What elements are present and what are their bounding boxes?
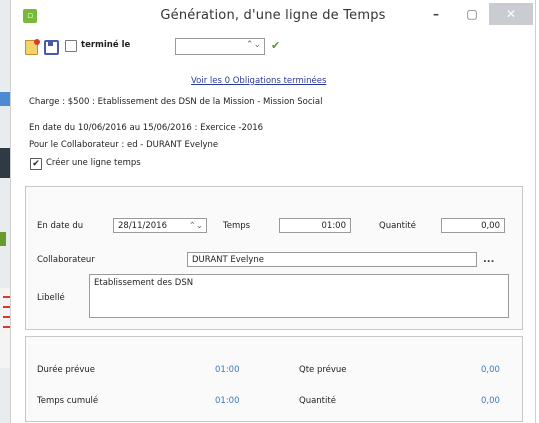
date-spinner-icon[interactable]: ⌃⌄ (189, 219, 203, 234)
collaborateur-picker-button[interactable]: ... (483, 254, 494, 265)
collaborator-text: Pour le Collaborateur : ed - DURANT Evel… (29, 140, 219, 150)
collaborateur-label: Collaborateur (37, 255, 95, 265)
date-spinner-icon[interactable]: ⌃⌄ (246, 40, 261, 50)
temps-cumule-value: 01:00 (215, 396, 240, 406)
qte-prevue-label: Qte prévue (299, 365, 347, 375)
toolbar: terminé le ⌃⌄ ✔ (25, 38, 525, 58)
libelle-textarea[interactable]: Etablissement des DSN (89, 274, 509, 318)
termine-label: terminé le (81, 40, 131, 50)
save-icon[interactable] (44, 40, 59, 55)
quantite-label: Quantité (379, 221, 416, 231)
minimize-button[interactable]: – (419, 3, 453, 25)
qte-prevue-value: 0,00 (481, 365, 500, 375)
title-bar[interactable]: ▫ Génération, d'une ligne de Temps – ▢ ✕ (11, 0, 535, 34)
date-label: En date du (37, 221, 84, 231)
duree-prevue-value: 01:00 (215, 365, 240, 375)
create-line-checkbox[interactable]: ✔ (30, 158, 42, 170)
summary-panel (25, 336, 523, 422)
temps-input[interactable]: 01:00 (279, 218, 351, 233)
close-button[interactable]: ✕ (489, 3, 533, 25)
quantite-input[interactable]: 0,00 (441, 218, 505, 233)
termine-date-input[interactable]: ⌃⌄ (175, 38, 265, 55)
background-app-marker (0, 232, 6, 246)
date-input[interactable]: 28/11/2016 ⌃⌄ (113, 218, 207, 233)
summary-quantite-label: Quantité (299, 396, 336, 406)
obligations-link[interactable]: Voir les 0 Obligations terminées (191, 76, 326, 86)
create-line-label: Créer une ligne temps (46, 158, 141, 168)
maximize-button[interactable]: ▢ (455, 3, 489, 25)
temps-cumule-label: Temps cumulé (37, 396, 99, 406)
temps-label: Temps (223, 221, 251, 231)
termine-checkbox[interactable] (65, 40, 77, 52)
charge-text: Charge : $500 : Etablissement des DSN de… (29, 97, 323, 107)
new-document-icon[interactable] (25, 39, 40, 55)
date-value: 28/11/2016 (118, 221, 167, 231)
duree-prevue-label: Durée prévue (37, 365, 95, 375)
collaborateur-input[interactable]: DURANT Evelyne (187, 252, 477, 267)
dialog-window: ▫ Génération, d'une ligne de Temps – ▢ ✕… (10, 0, 536, 423)
summary-quantite-value: 0,00 (481, 396, 500, 406)
period-text: En date du 10/06/2016 au 15/06/2016 : Ex… (29, 123, 264, 133)
checkmark-icon[interactable]: ✔ (271, 39, 280, 52)
libelle-label: Libellé (37, 293, 65, 303)
